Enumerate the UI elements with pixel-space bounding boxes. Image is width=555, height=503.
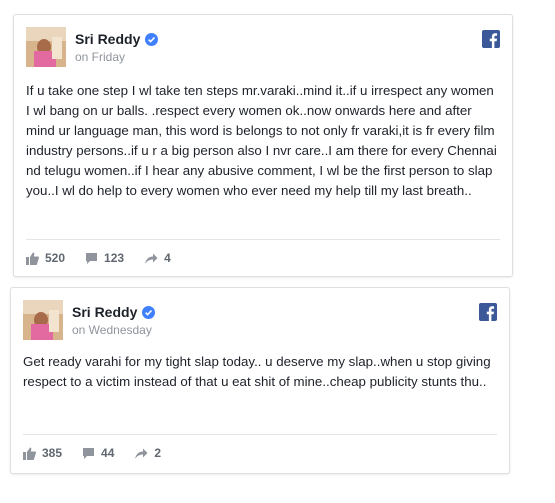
thumbs-up-icon — [26, 252, 39, 265]
verified-badge-icon — [142, 305, 156, 319]
share-count-value: 4 — [164, 251, 171, 265]
post-card: Sri Reddy on Wednesday Get ready varahi … — [10, 287, 510, 474]
comment-count-value: 44 — [101, 446, 115, 460]
avatar[interactable] — [23, 300, 63, 340]
speech-bubble-icon — [83, 447, 95, 459]
post-text: Get ready varahi for my tight slap today… — [23, 354, 491, 389]
facebook-icon[interactable] — [479, 303, 497, 321]
comment-count[interactable]: 123 — [85, 251, 124, 265]
post-card: Sri Reddy on Friday If u take one step I… — [13, 14, 513, 277]
like-count[interactable]: 520 — [26, 251, 65, 265]
speech-bubble-icon — [86, 252, 98, 264]
like-count[interactable]: 385 — [23, 446, 62, 460]
avatar[interactable] — [26, 27, 66, 67]
post-timestamp[interactable]: on Wednesday — [72, 323, 152, 337]
share-count[interactable]: 4 — [144, 251, 171, 265]
author-name[interactable]: Sri Reddy — [72, 304, 137, 320]
share-count[interactable]: 2 — [134, 446, 161, 460]
verified-badge-icon — [145, 32, 159, 46]
author-name[interactable]: Sri Reddy — [75, 31, 140, 47]
comment-count-value: 123 — [104, 251, 125, 265]
post-actions: 520 123 4 — [26, 239, 500, 276]
facebook-icon[interactable] — [482, 30, 500, 48]
post-actions: 385 44 2 — [23, 434, 497, 471]
comment-count[interactable]: 44 — [82, 446, 114, 460]
post-timestamp[interactable]: on Friday — [75, 50, 125, 64]
share-count-value: 2 — [154, 446, 162, 460]
like-count-value: 520 — [45, 251, 66, 265]
like-count-value: 385 — [42, 446, 63, 460]
post-text: If u take one step I wl take ten steps m… — [26, 83, 497, 198]
thumbs-up-icon — [23, 447, 36, 460]
share-arrow-icon — [145, 253, 158, 264]
share-arrow-icon — [135, 448, 148, 459]
